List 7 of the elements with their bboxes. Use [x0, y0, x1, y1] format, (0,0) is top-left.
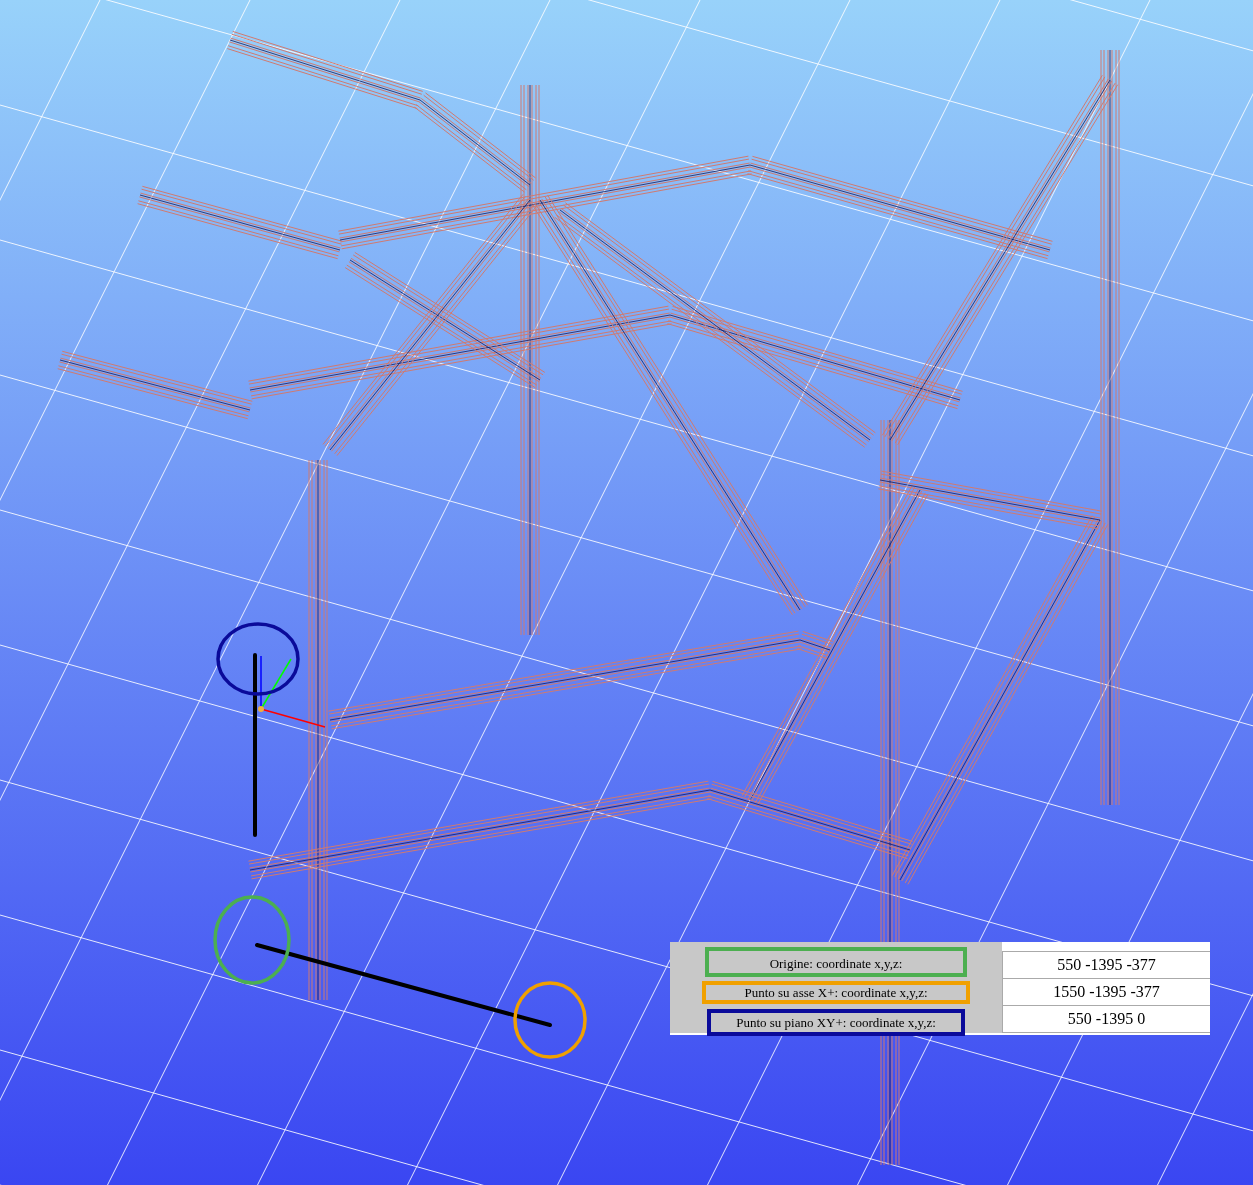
coordinate-value: 550 -1395 0 — [1002, 1006, 1210, 1033]
axis-triad-icon — [258, 655, 326, 728]
field-label: Origine: coordinate x,y,z: — [705, 946, 967, 977]
coordinate-value: 550 -1395 -377 — [1002, 952, 1210, 979]
coordinate-value: 1550 -1395 -377 — [1002, 979, 1210, 1006]
field-label: Punto su piano XY+: coordinate x,y,z: — [707, 1009, 965, 1036]
field-label: Punto su asse X+: coordinate x,y,z: — [702, 981, 970, 1004]
